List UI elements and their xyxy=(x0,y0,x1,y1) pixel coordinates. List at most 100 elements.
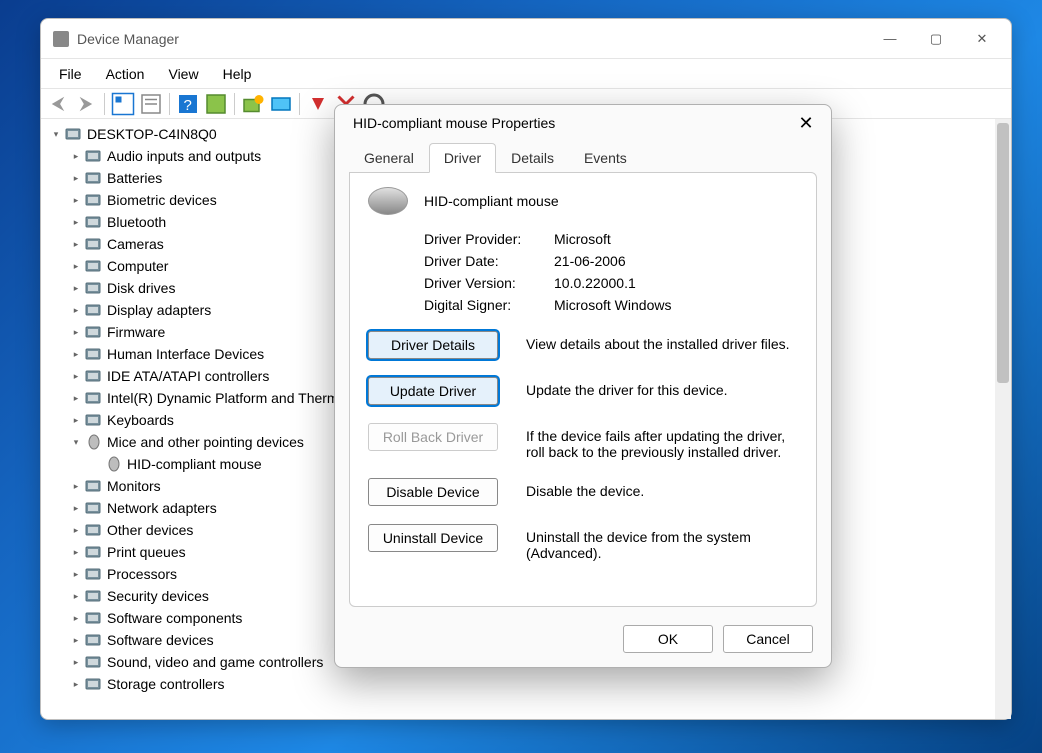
value-provider: Microsoft xyxy=(554,231,611,247)
value-version: 10.0.22000.1 xyxy=(554,275,636,291)
chevron-down-icon[interactable]: ▾ xyxy=(69,435,83,449)
dialog-title: HID-compliant mouse Properties xyxy=(353,115,785,131)
app-icon xyxy=(53,31,69,47)
device-category-icon xyxy=(85,324,103,340)
tree-item-label: Human Interface Devices xyxy=(107,343,264,365)
update-driver-desc: Update the driver for this device. xyxy=(526,377,798,398)
scrollbar-vertical[interactable] xyxy=(995,119,1011,719)
update-driver-button[interactable]: Update Driver xyxy=(368,377,498,405)
tab-driver[interactable]: Driver xyxy=(429,143,496,173)
label-date: Driver Date: xyxy=(424,253,554,269)
chevron-right-icon[interactable]: ▸ xyxy=(69,303,83,317)
chevron-right-icon[interactable]: ▸ xyxy=(69,545,83,559)
tree-item-label: IDE ATA/ATAPI controllers xyxy=(107,365,269,387)
chevron-right-icon[interactable]: ▸ xyxy=(69,259,83,273)
device-category-icon xyxy=(85,236,103,252)
chevron-right-icon[interactable]: ▸ xyxy=(69,215,83,229)
device-category-icon xyxy=(85,588,103,604)
tree-item-label: Disk drives xyxy=(107,277,175,299)
tree-item-label: Cameras xyxy=(107,233,164,255)
properties-icon[interactable] xyxy=(138,92,164,116)
chevron-right-icon[interactable]: ▸ xyxy=(69,633,83,647)
chevron-right-icon[interactable]: ▸ xyxy=(69,347,83,361)
mouse-device-icon xyxy=(105,456,123,472)
chevron-right-icon[interactable]: ▸ xyxy=(69,325,83,339)
chevron-right-icon[interactable]: ▸ xyxy=(69,589,83,603)
tab-body: HID-compliant mouse Driver Provider:Micr… xyxy=(349,172,817,607)
forward-button[interactable]: ⮞ xyxy=(73,92,99,116)
tree-item-label: Display adapters xyxy=(107,299,211,321)
tab-general[interactable]: General xyxy=(349,143,429,173)
device-category-icon xyxy=(85,676,103,692)
cancel-button[interactable]: Cancel xyxy=(723,625,813,653)
update-driver-icon[interactable] xyxy=(305,92,331,116)
chevron-right-icon[interactable]: ▸ xyxy=(69,237,83,251)
help-icon[interactable]: ? xyxy=(175,92,201,116)
menu-file[interactable]: File xyxy=(47,62,94,86)
dialog-close-button[interactable]: ✕ xyxy=(785,107,827,139)
device-category-icon xyxy=(85,302,103,318)
tree-item-label: Biometric devices xyxy=(107,189,217,211)
minimize-button[interactable]: — xyxy=(867,23,913,55)
chevron-right-icon[interactable]: ▸ xyxy=(69,281,83,295)
dialog-tabs: General Driver Details Events xyxy=(335,141,831,173)
device-category-icon xyxy=(85,478,103,494)
device-category-icon xyxy=(85,632,103,648)
menu-help[interactable]: Help xyxy=(211,62,264,86)
ok-button[interactable]: OK xyxy=(623,625,713,653)
scrollbar-thumb[interactable] xyxy=(997,123,1009,383)
device-category-icon xyxy=(85,368,103,384)
tree-item-label: Print queues xyxy=(107,541,186,563)
close-button[interactable]: ✕ xyxy=(959,23,1005,55)
tree-item[interactable]: ▸Storage controllers xyxy=(69,673,987,695)
show-hidden-icon[interactable] xyxy=(203,92,229,116)
chevron-right-icon[interactable]: ▸ xyxy=(69,369,83,383)
device-category-icon xyxy=(85,610,103,626)
tree-item-label: Firmware xyxy=(107,321,165,343)
chevron-right-icon[interactable]: ▸ xyxy=(69,611,83,625)
chevron-right-icon[interactable]: ▸ xyxy=(69,501,83,515)
chevron-right-icon[interactable]: ▸ xyxy=(69,171,83,185)
driver-details-button[interactable]: Driver Details xyxy=(368,331,498,359)
menu-action[interactable]: Action xyxy=(94,62,157,86)
maximize-button[interactable]: ▢ xyxy=(913,23,959,55)
chevron-right-icon[interactable]: ▸ xyxy=(69,413,83,427)
tree-item-label: Security devices xyxy=(107,585,209,607)
back-button[interactable]: ⮜ xyxy=(45,92,71,116)
chevron-right-icon[interactable]: ▸ xyxy=(69,677,83,691)
menu-view[interactable]: View xyxy=(156,62,210,86)
add-driver-icon[interactable] xyxy=(268,92,294,116)
divider xyxy=(234,93,235,115)
chevron-right-icon[interactable]: ▸ xyxy=(69,523,83,537)
uninstall-device-button[interactable]: Uninstall Device xyxy=(368,524,498,552)
label-provider: Driver Provider: xyxy=(424,231,554,247)
tree-item-label: Network adapters xyxy=(107,497,217,519)
disable-device-button[interactable]: Disable Device xyxy=(368,478,498,506)
devices-by-type-icon[interactable] xyxy=(110,92,136,116)
tree-item-label: HID-compliant mouse xyxy=(127,453,262,475)
device-category-icon xyxy=(85,170,103,186)
tree-item-label: Software devices xyxy=(107,629,214,651)
driver-details-desc: View details about the installed driver … xyxy=(526,331,798,352)
chevron-right-icon[interactable]: ▸ xyxy=(69,567,83,581)
chevron-right-icon[interactable]: ▸ xyxy=(69,479,83,493)
device-category-icon xyxy=(85,654,103,670)
device-category-icon xyxy=(85,280,103,296)
device-category-icon xyxy=(85,522,103,538)
tab-events[interactable]: Events xyxy=(569,143,642,173)
value-signer: Microsoft Windows xyxy=(554,297,671,313)
chevron-right-icon[interactable]: ▸ xyxy=(69,655,83,669)
tab-details[interactable]: Details xyxy=(496,143,569,173)
scan-hardware-icon[interactable] xyxy=(240,92,266,116)
tree-item-label: Intel(R) Dynamic Platform and Thermal xyxy=(107,387,349,409)
chevron-right-icon[interactable]: ▸ xyxy=(69,391,83,405)
chevron-right-icon[interactable]: ▸ xyxy=(69,149,83,163)
chevron-right-icon[interactable]: ▸ xyxy=(69,193,83,207)
mouse-icon xyxy=(368,187,408,215)
chevron-down-icon[interactable]: ▾ xyxy=(49,127,63,141)
window-title: Device Manager xyxy=(77,31,867,47)
svg-text:?: ? xyxy=(184,97,192,114)
device-category-icon xyxy=(85,148,103,164)
dialog-titlebar: HID-compliant mouse Properties ✕ xyxy=(335,105,831,141)
label-signer: Digital Signer: xyxy=(424,297,554,313)
